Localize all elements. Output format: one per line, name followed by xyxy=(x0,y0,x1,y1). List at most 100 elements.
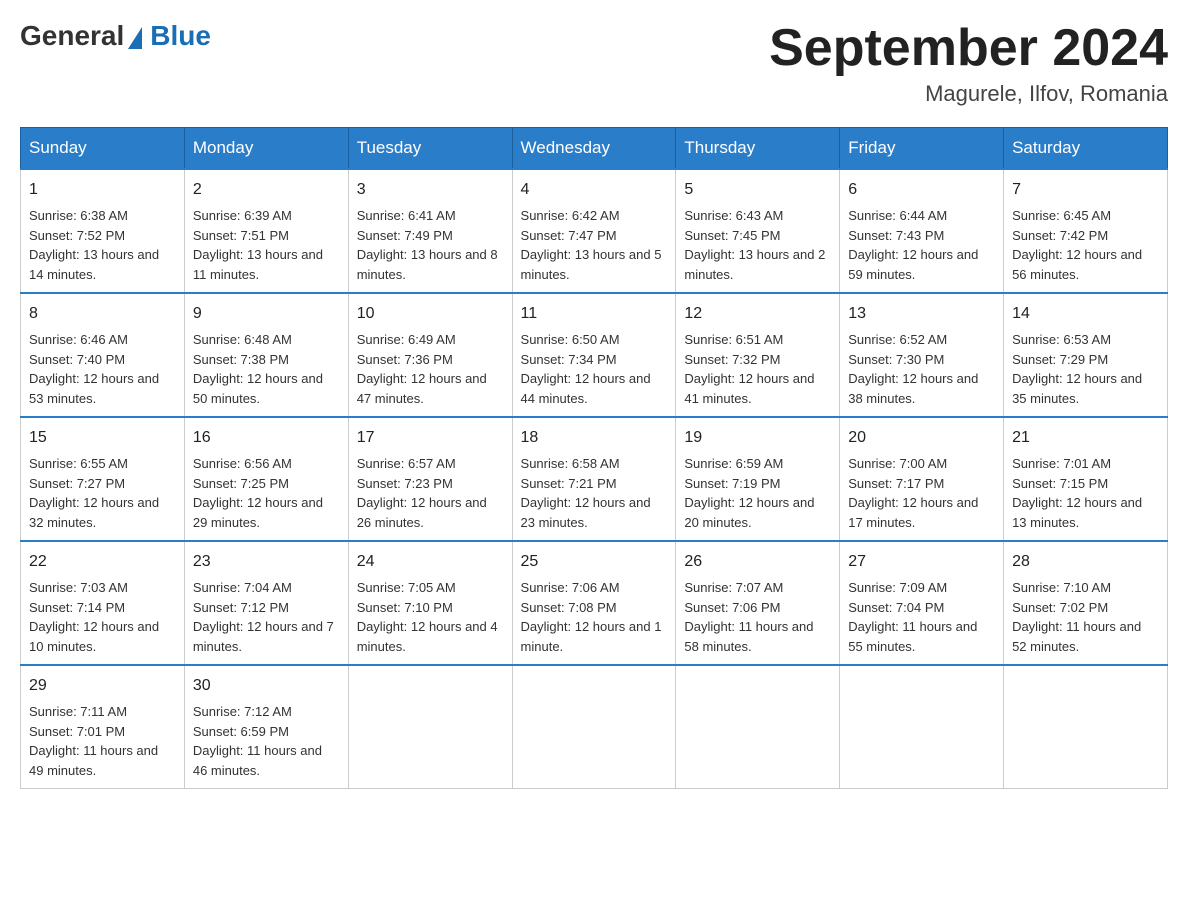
sunrise-text: Sunrise: 6:53 AM xyxy=(1012,332,1111,347)
day-number: 16 xyxy=(193,426,340,450)
day-number: 18 xyxy=(521,426,668,450)
daylight-text: Daylight: 12 hours and 35 minutes. xyxy=(1012,371,1142,406)
calendar-table: Sunday Monday Tuesday Wednesday Thursday… xyxy=(20,127,1168,789)
day-number: 3 xyxy=(357,178,504,202)
sunrise-text: Sunrise: 6:48 AM xyxy=(193,332,292,347)
sunrise-text: Sunrise: 6:58 AM xyxy=(521,456,620,471)
sunset-text: Sunset: 7:51 PM xyxy=(193,228,289,243)
daylight-text: Daylight: 13 hours and 2 minutes. xyxy=(684,247,825,282)
sunset-text: Sunset: 7:34 PM xyxy=(521,352,617,367)
calendar-week-row: 22 Sunrise: 7:03 AM Sunset: 7:14 PM Dayl… xyxy=(21,541,1168,665)
day-number: 2 xyxy=(193,178,340,202)
daylight-text: Daylight: 11 hours and 52 minutes. xyxy=(1012,619,1141,654)
table-row: 29 Sunrise: 7:11 AM Sunset: 7:01 PM Dayl… xyxy=(21,665,185,789)
logo: General Blue xyxy=(20,20,211,52)
col-saturday: Saturday xyxy=(1004,128,1168,170)
sunset-text: Sunset: 7:23 PM xyxy=(357,476,453,491)
day-number: 10 xyxy=(357,302,504,326)
day-number: 22 xyxy=(29,550,176,574)
daylight-text: Daylight: 12 hours and 4 minutes. xyxy=(357,619,498,654)
daylight-text: Daylight: 12 hours and 56 minutes. xyxy=(1012,247,1142,282)
sunrise-text: Sunrise: 7:04 AM xyxy=(193,580,292,595)
table-row: 19 Sunrise: 6:59 AM Sunset: 7:19 PM Dayl… xyxy=(676,417,840,541)
sunrise-text: Sunrise: 7:06 AM xyxy=(521,580,620,595)
table-row: 12 Sunrise: 6:51 AM Sunset: 7:32 PM Dayl… xyxy=(676,293,840,417)
table-row: 6 Sunrise: 6:44 AM Sunset: 7:43 PM Dayli… xyxy=(840,169,1004,293)
sunrise-text: Sunrise: 6:38 AM xyxy=(29,208,128,223)
table-row: 24 Sunrise: 7:05 AM Sunset: 7:10 PM Dayl… xyxy=(348,541,512,665)
daylight-text: Daylight: 12 hours and 50 minutes. xyxy=(193,371,323,406)
sunset-text: Sunset: 7:21 PM xyxy=(521,476,617,491)
day-number: 30 xyxy=(193,674,340,698)
day-number: 26 xyxy=(684,550,831,574)
sunset-text: Sunset: 7:10 PM xyxy=(357,600,453,615)
day-number: 6 xyxy=(848,178,995,202)
table-row: 7 Sunrise: 6:45 AM Sunset: 7:42 PM Dayli… xyxy=(1004,169,1168,293)
sunrise-text: Sunrise: 7:00 AM xyxy=(848,456,947,471)
table-row: 15 Sunrise: 6:55 AM Sunset: 7:27 PM Dayl… xyxy=(21,417,185,541)
table-row: 2 Sunrise: 6:39 AM Sunset: 7:51 PM Dayli… xyxy=(184,169,348,293)
sunset-text: Sunset: 7:06 PM xyxy=(684,600,780,615)
logo-blue-text: Blue xyxy=(150,20,211,52)
sunset-text: Sunset: 7:15 PM xyxy=(1012,476,1108,491)
sunset-text: Sunset: 7:19 PM xyxy=(684,476,780,491)
calendar-week-row: 15 Sunrise: 6:55 AM Sunset: 7:27 PM Dayl… xyxy=(21,417,1168,541)
daylight-text: Daylight: 12 hours and 59 minutes. xyxy=(848,247,978,282)
day-number: 9 xyxy=(193,302,340,326)
table-row: 16 Sunrise: 6:56 AM Sunset: 7:25 PM Dayl… xyxy=(184,417,348,541)
daylight-text: Daylight: 13 hours and 8 minutes. xyxy=(357,247,498,282)
sunset-text: Sunset: 7:17 PM xyxy=(848,476,944,491)
table-row: 11 Sunrise: 6:50 AM Sunset: 7:34 PM Dayl… xyxy=(512,293,676,417)
sunset-text: Sunset: 7:43 PM xyxy=(848,228,944,243)
sunrise-text: Sunrise: 6:50 AM xyxy=(521,332,620,347)
table-row: 17 Sunrise: 6:57 AM Sunset: 7:23 PM Dayl… xyxy=(348,417,512,541)
table-row: 3 Sunrise: 6:41 AM Sunset: 7:49 PM Dayli… xyxy=(348,169,512,293)
day-number: 23 xyxy=(193,550,340,574)
col-friday: Friday xyxy=(840,128,1004,170)
day-number: 25 xyxy=(521,550,668,574)
sunrise-text: Sunrise: 6:42 AM xyxy=(521,208,620,223)
sunrise-text: Sunrise: 7:03 AM xyxy=(29,580,128,595)
table-row: 28 Sunrise: 7:10 AM Sunset: 7:02 PM Dayl… xyxy=(1004,541,1168,665)
table-row: 1 Sunrise: 6:38 AM Sunset: 7:52 PM Dayli… xyxy=(21,169,185,293)
col-wednesday: Wednesday xyxy=(512,128,676,170)
page-header: General Blue September 2024 Magurele, Il… xyxy=(20,20,1168,107)
daylight-text: Daylight: 12 hours and 13 minutes. xyxy=(1012,495,1142,530)
location-subtitle: Magurele, Ilfov, Romania xyxy=(769,81,1168,107)
daylight-text: Daylight: 12 hours and 20 minutes. xyxy=(684,495,814,530)
sunset-text: Sunset: 7:36 PM xyxy=(357,352,453,367)
daylight-text: Daylight: 11 hours and 49 minutes. xyxy=(29,743,158,778)
table-row: 4 Sunrise: 6:42 AM Sunset: 7:47 PM Dayli… xyxy=(512,169,676,293)
day-number: 13 xyxy=(848,302,995,326)
day-number: 17 xyxy=(357,426,504,450)
sunrise-text: Sunrise: 7:01 AM xyxy=(1012,456,1111,471)
day-number: 14 xyxy=(1012,302,1159,326)
sunrise-text: Sunrise: 6:43 AM xyxy=(684,208,783,223)
day-number: 27 xyxy=(848,550,995,574)
logo-triangle-icon xyxy=(128,27,142,49)
sunset-text: Sunset: 7:30 PM xyxy=(848,352,944,367)
table-row: 10 Sunrise: 6:49 AM Sunset: 7:36 PM Dayl… xyxy=(348,293,512,417)
sunset-text: Sunset: 7:47 PM xyxy=(521,228,617,243)
day-number: 24 xyxy=(357,550,504,574)
daylight-text: Daylight: 12 hours and 26 minutes. xyxy=(357,495,487,530)
table-row: 26 Sunrise: 7:07 AM Sunset: 7:06 PM Dayl… xyxy=(676,541,840,665)
daylight-text: Daylight: 11 hours and 55 minutes. xyxy=(848,619,977,654)
sunset-text: Sunset: 7:29 PM xyxy=(1012,352,1108,367)
table-row: 30 Sunrise: 7:12 AM Sunset: 6:59 PM Dayl… xyxy=(184,665,348,789)
daylight-text: Daylight: 11 hours and 58 minutes. xyxy=(684,619,813,654)
title-area: September 2024 Magurele, Ilfov, Romania xyxy=(769,20,1168,107)
sunrise-text: Sunrise: 7:09 AM xyxy=(848,580,947,595)
day-number: 12 xyxy=(684,302,831,326)
table-row xyxy=(512,665,676,789)
table-row: 14 Sunrise: 6:53 AM Sunset: 7:29 PM Dayl… xyxy=(1004,293,1168,417)
daylight-text: Daylight: 12 hours and 17 minutes. xyxy=(848,495,978,530)
day-number: 8 xyxy=(29,302,176,326)
col-monday: Monday xyxy=(184,128,348,170)
daylight-text: Daylight: 12 hours and 38 minutes. xyxy=(848,371,978,406)
sunset-text: Sunset: 7:12 PM xyxy=(193,600,289,615)
daylight-text: Daylight: 12 hours and 1 minute. xyxy=(521,619,662,654)
sunrise-text: Sunrise: 6:41 AM xyxy=(357,208,456,223)
day-number: 28 xyxy=(1012,550,1159,574)
sunrise-text: Sunrise: 6:52 AM xyxy=(848,332,947,347)
